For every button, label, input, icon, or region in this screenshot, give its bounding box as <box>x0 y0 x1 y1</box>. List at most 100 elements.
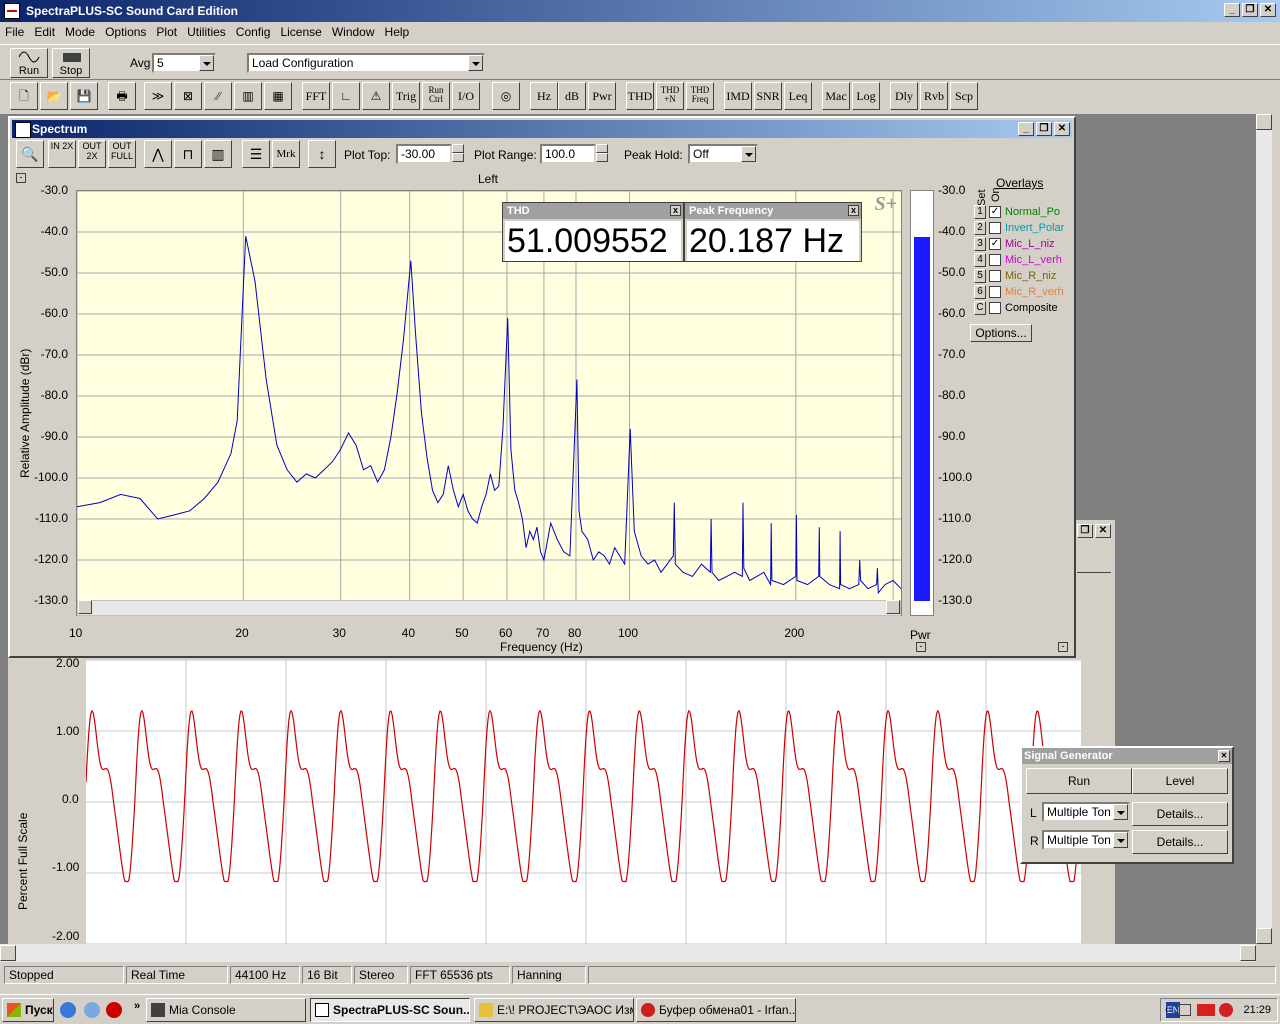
start-button[interactable]: Пуск <box>2 998 54 1022</box>
chevron-down-icon[interactable] <box>468 55 483 71</box>
scroll-left-icon[interactable] <box>78 600 92 614</box>
tray-app-icon[interactable] <box>1219 1003 1233 1017</box>
menu-edit[interactable]: Edit <box>29 25 60 39</box>
line-plot-icon[interactable]: ⋀ <box>144 140 172 168</box>
taskbar-item[interactable]: E:\! PROJECT\ЭАОС Изм... <box>474 998 634 1022</box>
trigger-icon[interactable]: ⚠ <box>362 82 390 110</box>
scp-button[interactable]: Scp <box>950 82 978 110</box>
thd-button[interactable]: THD <box>626 82 654 110</box>
menu-window[interactable]: Window <box>327 25 380 39</box>
run-ctrl-button[interactable]: Run Ctrl <box>422 82 450 110</box>
spectrum-restore-button[interactable]: ❐ <box>1036 122 1052 136</box>
close-icon[interactable]: ✕ <box>1218 750 1230 762</box>
save-icon[interactable]: 💾 <box>70 82 98 110</box>
menu-help[interactable]: Help <box>380 25 415 39</box>
overlay-options-button[interactable]: Options... <box>970 324 1032 342</box>
axis-icon[interactable]: ∟ <box>332 82 360 110</box>
siggen-level-button[interactable]: Level <box>1132 768 1228 794</box>
collapse-icon[interactable]: - <box>16 173 26 183</box>
mac-button[interactable]: Mac <box>822 82 850 110</box>
overlay-checkbox[interactable]: ✓ <box>989 206 1001 218</box>
close-icon[interactable]: x <box>848 205 859 216</box>
collapse-icon[interactable]: - <box>1058 642 1068 652</box>
fft-button[interactable]: FFT <box>302 82 330 110</box>
close-icon[interactable]: x <box>670 205 681 216</box>
taskbar-item[interactable]: Буфер обмена01 - Irfan... <box>636 998 796 1022</box>
zoom-full-button[interactable]: OUT FULL <box>108 140 136 168</box>
close-button[interactable]: ✕ <box>1260 3 1276 17</box>
overlay-set-button[interactable]: 1 <box>974 205 986 219</box>
more-icon[interactable]: » <box>134 1000 140 1012</box>
zoom-out-2x-button[interactable]: OUT 2X <box>78 140 106 168</box>
chevron-down-icon[interactable] <box>741 146 756 162</box>
spin-up-icon[interactable] <box>452 144 464 153</box>
scroll-right-icon[interactable] <box>886 600 900 614</box>
range-icon[interactable]: ↕ <box>308 140 336 168</box>
chevron-down-icon[interactable] <box>1113 832 1128 848</box>
thdn-button[interactable]: THD +N <box>656 82 684 110</box>
chevron-down-icon[interactable] <box>1113 804 1128 820</box>
zoom-in-2x-button[interactable]: IN 2X <box>48 140 76 168</box>
overlay-checkbox[interactable] <box>989 270 1001 282</box>
hz-button[interactable]: Hz <box>530 82 558 110</box>
menu-license[interactable]: License <box>275 25 326 39</box>
taskbar-item[interactable]: SpectraPLUS-SC Soun... <box>310 998 470 1022</box>
mode-3-icon[interactable]: ∕∕ <box>204 82 232 110</box>
peak-hold-select[interactable]: Off <box>688 144 758 164</box>
overlay-set-button[interactable]: 4 <box>974 253 986 267</box>
overlay-set-button[interactable]: 3 <box>974 237 986 251</box>
avg-select[interactable]: 5 <box>152 53 216 73</box>
main-vscroll[interactable] <box>1256 114 1272 944</box>
stop-button[interactable]: Stop <box>52 48 90 78</box>
tray-arrow-icon[interactable]: ‹ <box>1165 999 1169 1021</box>
plot-top-input[interactable]: -30.00 <box>396 144 464 164</box>
mode-1-icon[interactable]: ≫ <box>144 82 172 110</box>
mode-5-icon[interactable]: ▦ <box>264 82 292 110</box>
menu-mode[interactable]: Mode <box>60 25 100 39</box>
overlay-set-button[interactable]: 6 <box>974 285 986 299</box>
scope-close-button[interactable]: ✕ <box>1095 524 1111 538</box>
spectrum-minimize-button[interactable]: _ <box>1018 122 1034 136</box>
scroll-down-icon[interactable] <box>1256 928 1272 944</box>
config-select[interactable]: Load Configuration <box>247 53 485 73</box>
minimize-button[interactable]: _ <box>1224 3 1240 17</box>
log-button[interactable]: Log <box>852 82 880 110</box>
spectrum-hscroll[interactable] <box>77 600 901 616</box>
spectrum-close-button[interactable]: ✕ <box>1054 122 1070 136</box>
spin-down-icon[interactable] <box>596 153 608 162</box>
new-file-icon[interactable]: 🗋 <box>10 82 38 110</box>
quicklaunch-icon[interactable] <box>84 1002 100 1018</box>
rvb-button[interactable]: Rvb <box>920 82 948 110</box>
chevron-down-icon[interactable] <box>199 55 214 71</box>
dly-button[interactable]: Dly <box>890 82 918 110</box>
bar-plot-icon[interactable]: ▥ <box>204 140 232 168</box>
collapse-icon[interactable]: - <box>916 642 926 652</box>
overlay-checkbox[interactable] <box>989 222 1001 234</box>
scroll-up-icon[interactable] <box>1256 114 1272 130</box>
main-hscroll[interactable] <box>0 944 1256 962</box>
pwr-button[interactable]: Pwr <box>588 82 616 110</box>
overlay-set-button[interactable]: C <box>974 301 986 315</box>
list-icon[interactable]: ☰ <box>242 140 270 168</box>
run-button[interactable]: Run <box>10 48 48 78</box>
spin-up-icon[interactable] <box>596 144 608 153</box>
menu-plot[interactable]: Plot <box>151 25 182 39</box>
scope-restore-button[interactable]: ❐ <box>1077 524 1093 538</box>
overlay-set-button[interactable]: 5 <box>974 269 986 283</box>
marker-button[interactable]: Mrk <box>272 140 300 168</box>
ie-icon[interactable] <box>60 1002 76 1018</box>
step-plot-icon[interactable]: ⊓ <box>174 140 202 168</box>
print-icon[interactable]: 🖶 <box>108 82 136 110</box>
zoom-icon[interactable]: 🔍 <box>16 140 44 168</box>
tray-app-icon[interactable] <box>1197 1004 1215 1016</box>
mode-4-icon[interactable]: ▥ <box>234 82 262 110</box>
menu-utilities[interactable]: Utilities <box>182 25 231 39</box>
left-details-button[interactable]: Details... <box>1132 802 1228 826</box>
right-signal-select[interactable]: Multiple Ton <box>1042 830 1130 850</box>
opera-icon[interactable] <box>106 1002 122 1018</box>
menu-file[interactable]: File <box>0 25 29 39</box>
menu-config[interactable]: Config <box>231 25 276 39</box>
overlay-checkbox[interactable] <box>989 302 1001 314</box>
open-folder-icon[interactable]: 📂 <box>40 82 68 110</box>
overlay-checkbox[interactable]: ✓ <box>989 238 1001 250</box>
